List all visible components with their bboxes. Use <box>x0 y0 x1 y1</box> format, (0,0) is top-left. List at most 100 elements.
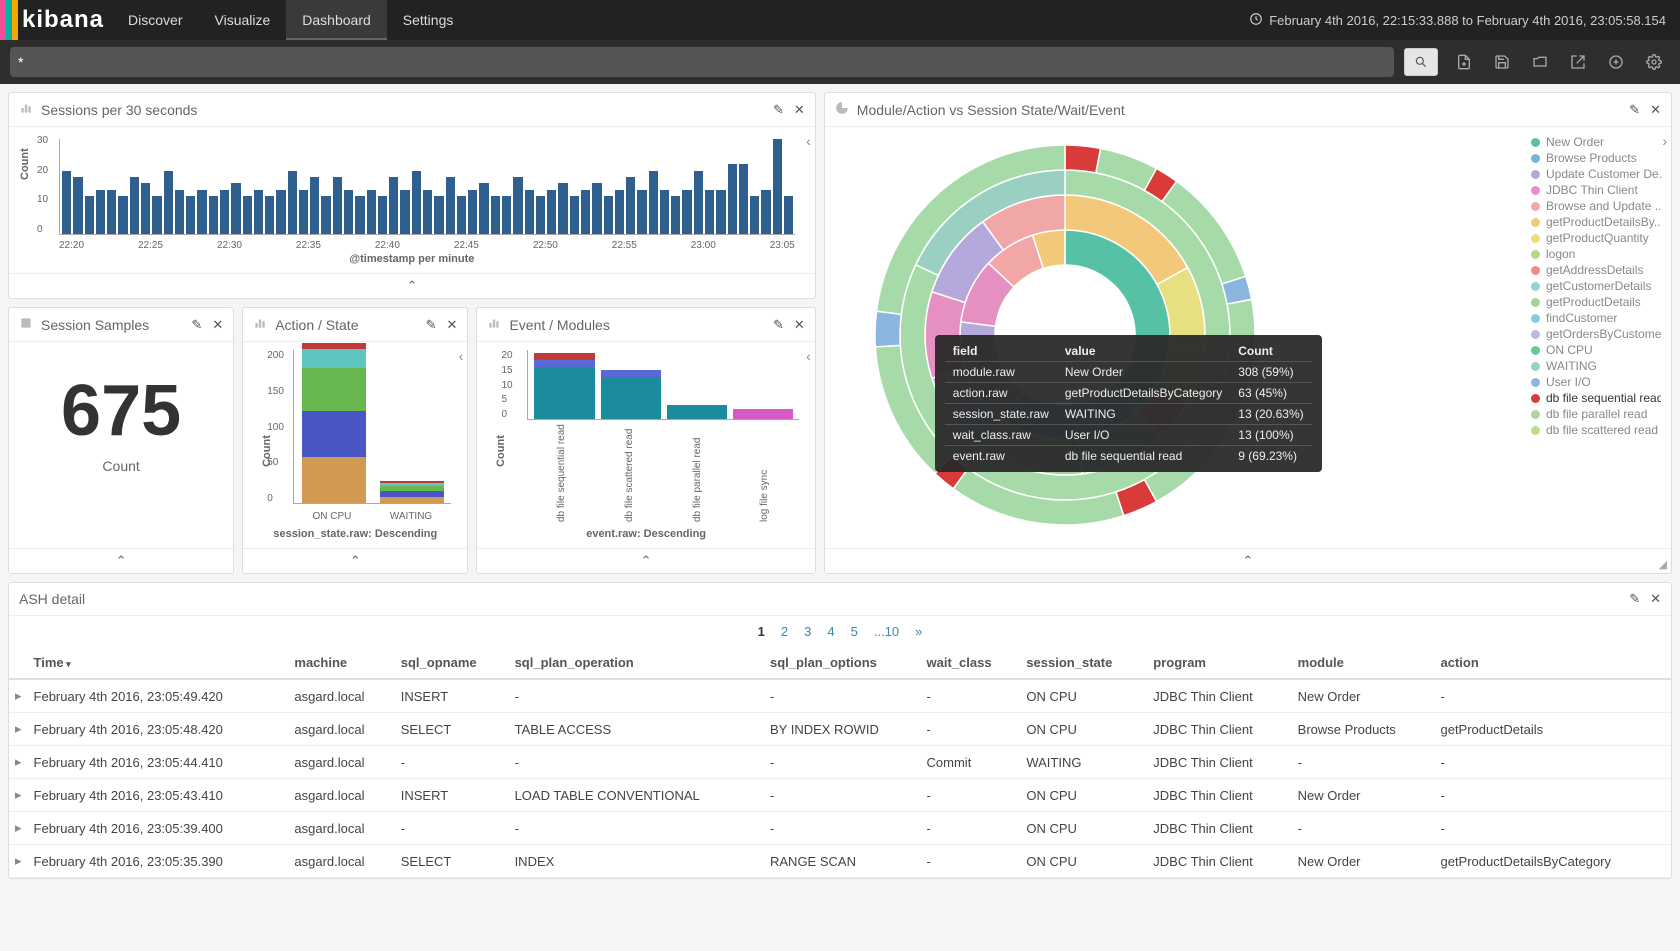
close-icon[interactable]: ✕ <box>1650 102 1661 118</box>
time-range[interactable]: February 4th 2016, 22:15:33.888 to Febru… <box>1235 12 1680 29</box>
legend-item[interactable]: New Order <box>1531 135 1661 149</box>
column-header[interactable]: session_state <box>1020 647 1147 679</box>
collapse-legend-icon[interactable]: ‹ <box>459 348 464 364</box>
column-header[interactable]: sql_opname <box>395 647 509 679</box>
open-icon[interactable] <box>1524 48 1556 76</box>
bar[interactable] <box>175 190 184 234</box>
bar[interactable] <box>547 190 556 234</box>
expand-footer[interactable]: ⌃ <box>825 548 1671 573</box>
page-link[interactable]: 5 <box>843 622 866 641</box>
bar[interactable] <box>276 190 285 234</box>
bar[interactable] <box>615 190 624 234</box>
bar[interactable] <box>333 177 342 234</box>
bar[interactable] <box>186 196 195 234</box>
bar[interactable] <box>728 164 737 234</box>
settings-icon[interactable] <box>1638 48 1670 76</box>
bar[interactable] <box>231 183 240 234</box>
column-header[interactable]: action <box>1434 647 1671 679</box>
expand-row-icon[interactable]: ▸ <box>9 779 28 812</box>
close-icon[interactable]: ✕ <box>212 317 223 333</box>
sunburst-chart[interactable]: New Order Browse Products Update Customer … <box>835 135 1661 535</box>
bar[interactable] <box>716 190 725 234</box>
nav-link-dashboard[interactable]: Dashboard <box>286 0 387 40</box>
save-icon[interactable] <box>1486 48 1518 76</box>
search-box[interactable] <box>10 47 1394 77</box>
bar[interactable] <box>209 196 218 234</box>
edit-icon[interactable]: ✎ <box>1629 102 1640 118</box>
bar[interactable] <box>265 196 274 234</box>
page-link[interactable]: 2 <box>773 622 796 641</box>
column-header[interactable]: module <box>1292 647 1435 679</box>
bar[interactable] <box>570 196 579 234</box>
column-header[interactable]: machine <box>288 647 394 679</box>
bar[interactable] <box>671 196 680 234</box>
bar[interactable] <box>434 196 443 234</box>
bar[interactable] <box>682 190 691 234</box>
column-header[interactable]: sql_plan_options <box>764 647 921 679</box>
resize-handle[interactable]: ◢ <box>1659 558 1667 571</box>
stacked-bar-chart[interactable]: Count 050100150200 ON CPUWAITING session… <box>253 350 457 540</box>
column-header[interactable]: Time ▾ <box>28 647 289 679</box>
bar[interactable] <box>581 190 590 234</box>
legend-item[interactable]: getCustomerDetails <box>1531 279 1661 293</box>
column-header[interactable]: sql_plan_operation <box>509 647 764 679</box>
bar[interactable] <box>130 177 139 234</box>
legend-item[interactable]: findCustomer <box>1531 311 1661 325</box>
bar[interactable] <box>626 177 635 234</box>
bar[interactable] <box>637 190 646 234</box>
bar-column[interactable] <box>733 409 793 420</box>
bar[interactable] <box>400 190 409 234</box>
bar[interactable] <box>243 196 252 234</box>
add-viz-icon[interactable] <box>1600 48 1632 76</box>
page-link[interactable]: 1 <box>750 622 773 641</box>
legend-item[interactable]: db file sequential read <box>1531 391 1661 405</box>
bar-column[interactable] <box>302 343 366 503</box>
legend-item[interactable]: db file parallel read <box>1531 407 1661 421</box>
bar[interactable] <box>141 183 150 234</box>
bar[interactable] <box>491 196 500 234</box>
legend-item[interactable]: db file scattered read <box>1531 423 1661 437</box>
bar-column[interactable] <box>667 405 727 419</box>
legend-item[interactable]: WAITING <box>1531 359 1661 373</box>
bar[interactable] <box>378 196 387 234</box>
edit-icon[interactable]: ✎ <box>773 102 784 118</box>
bar-column[interactable] <box>601 370 661 419</box>
collapse-legend-icon[interactable]: › <box>1662 133 1667 149</box>
page-link[interactable]: 4 <box>819 622 842 641</box>
bar[interactable] <box>457 196 466 234</box>
bar[interactable] <box>367 190 376 234</box>
bar[interactable] <box>197 190 206 234</box>
expand-row-icon[interactable]: ▸ <box>9 713 28 746</box>
close-icon[interactable]: ✕ <box>1650 591 1661 607</box>
bar[interactable] <box>536 196 545 234</box>
close-icon[interactable]: ✕ <box>447 317 458 333</box>
legend-item[interactable]: JDBC Thin Client <box>1531 183 1661 197</box>
close-icon[interactable]: ✕ <box>794 102 805 118</box>
legend-item[interactable]: ON CPU <box>1531 343 1661 357</box>
edit-icon[interactable]: ✎ <box>191 317 202 333</box>
bar[interactable] <box>152 196 161 234</box>
close-icon[interactable]: ✕ <box>794 317 805 333</box>
bar[interactable] <box>705 190 714 234</box>
legend-item[interactable]: getAddressDetails <box>1531 263 1661 277</box>
legend-item[interactable]: User I/O <box>1531 375 1661 389</box>
bar[interactable] <box>468 190 477 234</box>
legend-item[interactable]: Update Customer De... <box>1531 167 1661 181</box>
edit-icon[interactable]: ✎ <box>1629 591 1640 607</box>
legend-item[interactable]: Browse Products <box>1531 151 1661 165</box>
bar-chart[interactable]: Count 3020100 22:2022:2522:3022:3522:402… <box>19 135 805 265</box>
bar[interactable] <box>85 196 94 234</box>
search-input[interactable] <box>18 54 1386 70</box>
legend-item[interactable]: logon <box>1531 247 1661 261</box>
bar[interactable] <box>649 171 658 234</box>
nav-link-discover[interactable]: Discover <box>112 0 198 40</box>
legend-item[interactable]: getProductDetailsBy... <box>1531 215 1661 229</box>
legend-item[interactable]: getProductQuantity <box>1531 231 1661 245</box>
bar[interactable] <box>321 196 330 234</box>
bar[interactable] <box>739 164 748 234</box>
search-button[interactable] <box>1404 48 1438 76</box>
nav-link-settings[interactable]: Settings <box>387 0 470 40</box>
share-icon[interactable] <box>1562 48 1594 76</box>
bar[interactable] <box>118 196 127 234</box>
bar[interactable] <box>784 196 793 234</box>
